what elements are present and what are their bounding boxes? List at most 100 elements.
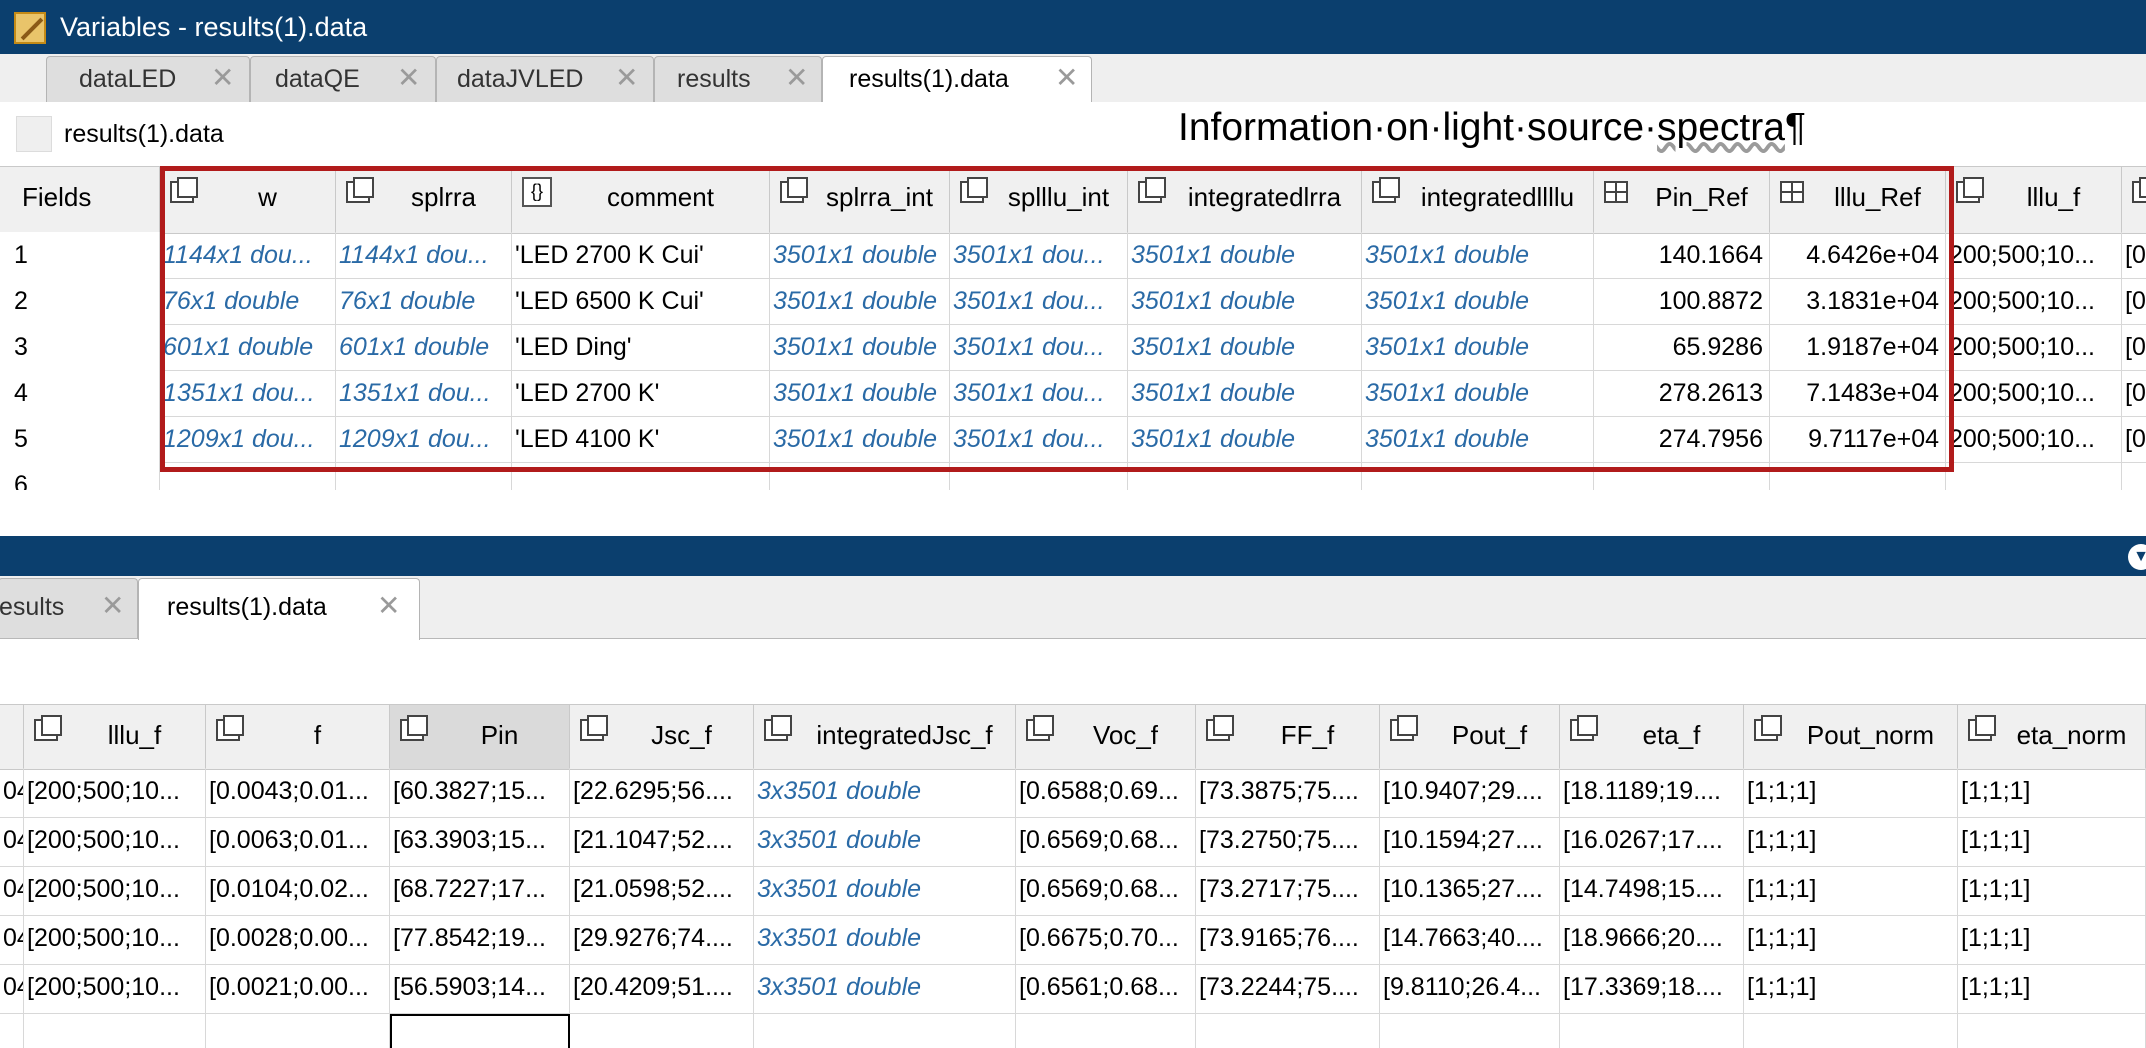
table-cell[interactable]: 3501x1 double: [770, 278, 950, 324]
column-header-splrra[interactable]: splrra: [336, 167, 512, 233]
table-cell[interactable]: [0.0063;0.01...: [206, 817, 390, 866]
table-cell[interactable]: 3x3501 double: [754, 964, 1016, 1013]
close-icon[interactable]: ✕: [377, 589, 400, 622]
tab-dataQE[interactable]: dataQE ✕: [250, 56, 436, 102]
table-cell[interactable]: 04: [0, 817, 24, 866]
table-cell[interactable]: 3501x1 double: [770, 416, 950, 462]
table-cell[interactable]: 1144x1 dou...: [160, 232, 336, 278]
table-cell[interactable]: 3501x1 double: [1128, 324, 1362, 370]
table-cell[interactable]: 3x3501 double: [754, 866, 1016, 915]
table-cell[interactable]: [200;500;10...: [24, 768, 206, 817]
chevron-down-icon[interactable]: ▼: [2128, 544, 2146, 570]
table-cell[interactable]: 140.1664: [1594, 232, 1770, 278]
table-cell[interactable]: [22.6295;56....: [570, 768, 754, 817]
table-cell[interactable]: [0.0028;0.00...: [206, 915, 390, 964]
table-cell[interactable]: 200;500;10...: [1946, 324, 2122, 370]
table-cell[interactable]: 'LED 4100 K': [512, 416, 770, 462]
column-header-splrra-int[interactable]: splrra_int: [770, 167, 950, 233]
table-cell[interactable]: [200;500;10...: [24, 817, 206, 866]
table-cell[interactable]: [73.2244;75....: [1196, 964, 1380, 1013]
table-cell[interactable]: 3501x1 double: [770, 324, 950, 370]
table-cell[interactable]: [10.1594;27....: [1380, 817, 1560, 866]
table-cell[interactable]: [0.0104;0.02...: [206, 866, 390, 915]
table-cell[interactable]: 76x1 double: [160, 278, 336, 324]
column-header-prev[interactable]: [0, 705, 24, 769]
table-cell[interactable]: [77.8542;19...: [390, 915, 570, 964]
table-cell[interactable]: 3501x1 dou...: [950, 278, 1128, 324]
table-cell[interactable]: 3501x1 dou...: [950, 416, 1128, 462]
table-cell[interactable]: [1;1;1]: [1744, 964, 1958, 1013]
table-cell[interactable]: [1362, 462, 1594, 490]
table-cell[interactable]: [1958, 1013, 2146, 1048]
table-cell[interactable]: [0.6569;0.68...: [1016, 866, 1196, 915]
table-cell[interactable]: 1351x1 dou...: [336, 370, 512, 416]
table-cell[interactable]: 1209x1 dou...: [336, 416, 512, 462]
table-cell[interactable]: [73.9165;76....: [1196, 915, 1380, 964]
table-cell[interactable]: [14.7663;40....: [1380, 915, 1560, 964]
table-cell[interactable]: [2122, 462, 2146, 490]
tab-dataLED[interactable]: dataLED ✕: [46, 56, 250, 102]
column-header-lllu-f[interactable]: lllu_f: [24, 705, 206, 769]
row-number[interactable]: 2: [0, 278, 160, 324]
tab-dataJVLED[interactable]: dataJVLED ✕: [436, 56, 654, 102]
table-cell[interactable]: [160, 462, 336, 490]
table-cell[interactable]: 200;500;10...: [1946, 278, 2122, 324]
table-cell[interactable]: 65.9286: [1594, 324, 1770, 370]
table-cell[interactable]: 601x1 double: [160, 324, 336, 370]
table-cell[interactable]: 1.9187e+04: [1770, 324, 1946, 370]
table-cell[interactable]: 274.7956: [1594, 416, 1770, 462]
column-header-w[interactable]: w: [160, 167, 336, 233]
row-number[interactable]: 6: [0, 462, 160, 490]
table-cell[interactable]: [10.1365;27....: [1380, 866, 1560, 915]
table-cell[interactable]: [336, 462, 512, 490]
table-cell[interactable]: [73.3875;75....: [1196, 768, 1380, 817]
table-cell[interactable]: [0.6569;0.68...: [1016, 817, 1196, 866]
table-cell[interactable]: [20.4209;51....: [570, 964, 754, 1013]
table-cell[interactable]: [60.3827;15...: [390, 768, 570, 817]
table-cell[interactable]: [1;1;1]: [1744, 817, 1958, 866]
row-number[interactable]: 5: [0, 416, 160, 462]
table-cell[interactable]: [1;1;1]: [1744, 915, 1958, 964]
table-cell[interactable]: 'LED 6500 K Cui': [512, 278, 770, 324]
column-header-f[interactable]: f: [206, 705, 390, 769]
table-cell[interactable]: 9.7117e+04: [1770, 416, 1946, 462]
table-cell[interactable]: 3501x1 double: [770, 232, 950, 278]
table-cell[interactable]: 1144x1 dou...: [336, 232, 512, 278]
table-cell[interactable]: 3501x1 double: [1362, 232, 1594, 278]
tab-results[interactable]: esults ✕: [0, 578, 138, 638]
table-cell[interactable]: [1594, 462, 1770, 490]
row-number[interactable]: 4: [0, 370, 160, 416]
column-header-pout-norm[interactable]: Pout_norm: [1744, 705, 1958, 769]
close-icon[interactable]: ✕: [397, 61, 420, 94]
table-cell[interactable]: [1946, 462, 2122, 490]
table-cell[interactable]: 3501x1 double: [1128, 416, 1362, 462]
table-cell[interactable]: 3x3501 double: [754, 915, 1016, 964]
table-cell[interactable]: [1;1;1]: [1958, 817, 2146, 866]
table-cell[interactable]: 3501x1 double: [1362, 324, 1594, 370]
column-header-voc-f[interactable]: Voc_f: [1016, 705, 1196, 769]
table-cell[interactable]: [770, 462, 950, 490]
table-cell[interactable]: [21.0598;52....: [570, 866, 754, 915]
table-cell[interactable]: 3501x1 double: [1128, 278, 1362, 324]
table-cell[interactable]: [0: [2122, 324, 2146, 370]
table-cell[interactable]: [1;1;1]: [1958, 915, 2146, 964]
column-header-integratedllllu[interactable]: integratedllllu: [1362, 167, 1594, 233]
table-cell[interactable]: [73.2717;75....: [1196, 866, 1380, 915]
table-cell[interactable]: [1196, 1013, 1380, 1048]
table-cell[interactable]: [206, 1013, 390, 1048]
table-cell[interactable]: [68.7227;17...: [390, 866, 570, 915]
table-cell[interactable]: [0.0043;0.01...: [206, 768, 390, 817]
table-cell[interactable]: 3.1831e+04: [1770, 278, 1946, 324]
close-icon[interactable]: ✕: [615, 61, 638, 94]
table-cell[interactable]: [56.5903;14...: [390, 964, 570, 1013]
column-header-pout-f[interactable]: Pout_f: [1380, 705, 1560, 769]
table-cell[interactable]: 3501x1 double: [1362, 370, 1594, 416]
table-cell[interactable]: [18.9666;20....: [1560, 915, 1744, 964]
column-header-eta-f[interactable]: eta_f: [1560, 705, 1744, 769]
table-cell[interactable]: [0.6675;0.70...: [1016, 915, 1196, 964]
table-cell[interactable]: [29.9276;74....: [570, 915, 754, 964]
table-cell[interactable]: [0.6588;0.69...: [1016, 768, 1196, 817]
column-header-next[interactable]: [2122, 167, 2146, 233]
table-cell[interactable]: 04: [0, 768, 24, 817]
table-cell[interactable]: 3501x1 double: [1128, 232, 1362, 278]
